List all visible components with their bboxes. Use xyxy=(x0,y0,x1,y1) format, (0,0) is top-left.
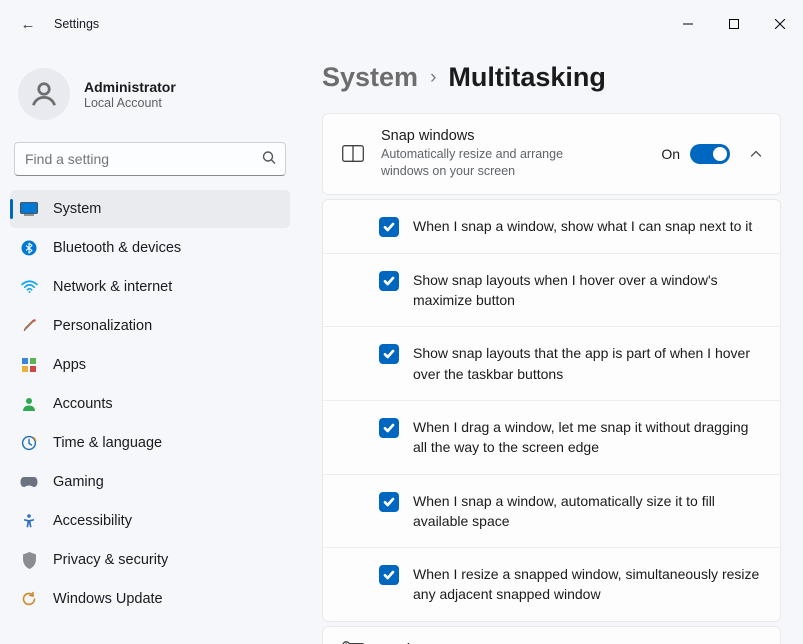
toggle-state-label: On xyxy=(661,146,680,162)
nav-label: Personalization xyxy=(53,318,152,334)
account-name: Administrator xyxy=(84,79,176,95)
snap-toggle[interactable] xyxy=(690,144,730,164)
main-content: System › Multitasking Snap windows Autom… xyxy=(300,48,803,644)
nav-label: Accounts xyxy=(53,396,113,412)
nav-item-gaming[interactable]: Gaming xyxy=(10,463,290,501)
system-icon xyxy=(20,200,38,218)
clock-icon xyxy=(20,434,38,452)
brush-icon xyxy=(20,317,38,335)
back-arrow-icon: ← xyxy=(21,16,36,33)
nav-label: Gaming xyxy=(53,474,104,490)
close-icon xyxy=(775,19,785,29)
nav-list: System Bluetooth & devices Network & int… xyxy=(10,190,290,618)
search-input[interactable] xyxy=(14,142,286,176)
option-label: Show snap layouts when I hover over a wi… xyxy=(413,270,762,311)
option-label: When I resize a snapped window, simultan… xyxy=(413,564,762,605)
window-title: Settings xyxy=(54,17,99,31)
avatar xyxy=(18,68,70,120)
nav-label: Accessibility xyxy=(53,513,132,529)
nav-label: Windows Update xyxy=(53,591,163,607)
checkbox[interactable] xyxy=(379,565,399,585)
chevron-right-icon: › xyxy=(430,67,436,89)
nav-label: Time & language xyxy=(53,435,162,451)
snap-option-row: When I resize a snapped window, simultan… xyxy=(323,547,780,621)
back-button[interactable]: ← xyxy=(14,10,42,38)
search-icon xyxy=(262,151,276,168)
snap-option-row: Show snap layouts that the app is part o… xyxy=(323,326,780,400)
desktops-card[interactable]: Desktops xyxy=(322,626,781,644)
nav-item-bluetooth[interactable]: Bluetooth & devices xyxy=(10,229,290,267)
account-block[interactable]: Administrator Local Account xyxy=(10,62,290,138)
checkbox[interactable] xyxy=(379,492,399,512)
title-bar: ← Settings xyxy=(0,0,803,48)
checkbox[interactable] xyxy=(379,344,399,364)
wifi-icon xyxy=(20,278,38,296)
option-label: When I drag a window, let me snap it wit… xyxy=(413,417,762,458)
close-button[interactable] xyxy=(757,8,803,40)
nav-label: Apps xyxy=(53,357,86,373)
snap-option-row: When I snap a window, show what I can sn… xyxy=(323,200,780,253)
snap-windows-card[interactable]: Snap windows Automatically resize and ar… xyxy=(322,113,781,195)
bluetooth-icon xyxy=(20,239,38,257)
snap-option-row: When I snap a window, automatically size… xyxy=(323,474,780,548)
maximize-button[interactable] xyxy=(711,8,757,40)
snap-subtitle: Automatically resize and arrange windows… xyxy=(381,146,601,180)
checkbox[interactable] xyxy=(379,418,399,438)
expand-chevron-up-icon[interactable] xyxy=(746,150,766,158)
nav-label: Bluetooth & devices xyxy=(53,240,181,256)
nav-item-accessibility[interactable]: Accessibility xyxy=(10,502,290,540)
snap-option-row: When I drag a window, let me snap it wit… xyxy=(323,400,780,474)
search-box[interactable] xyxy=(14,142,286,176)
nav-item-time[interactable]: Time & language xyxy=(10,424,290,462)
option-label: Show snap layouts that the app is part o… xyxy=(413,343,762,384)
minimize-icon xyxy=(683,19,693,29)
gamepad-icon xyxy=(20,473,38,491)
option-label: When I snap a window, automatically size… xyxy=(413,491,762,532)
nav-item-network[interactable]: Network & internet xyxy=(10,268,290,306)
snap-options-list: When I snap a window, show what I can sn… xyxy=(322,199,781,622)
nav-item-personalization[interactable]: Personalization xyxy=(10,307,290,345)
nav-item-system[interactable]: System xyxy=(10,190,290,228)
checkbox[interactable] xyxy=(379,217,399,237)
sidebar: Administrator Local Account System Bluet… xyxy=(0,48,300,644)
nav-label: Network & internet xyxy=(53,279,172,295)
account-subtitle: Local Account xyxy=(84,96,176,110)
apps-icon xyxy=(20,356,38,374)
option-label: When I snap a window, show what I can sn… xyxy=(413,216,752,236)
snap-icon xyxy=(341,145,365,162)
accessibility-icon xyxy=(20,512,38,530)
breadcrumb-parent[interactable]: System xyxy=(322,62,418,93)
shield-icon xyxy=(20,551,38,569)
snap-option-row: Show snap layouts when I hover over a wi… xyxy=(323,253,780,327)
nav-item-privacy[interactable]: Privacy & security xyxy=(10,541,290,579)
nav-label: System xyxy=(53,201,101,217)
update-icon xyxy=(20,590,38,608)
breadcrumb: System › Multitasking xyxy=(322,62,781,93)
nav-label: Privacy & security xyxy=(53,552,168,568)
person-icon xyxy=(20,395,38,413)
checkbox[interactable] xyxy=(379,271,399,291)
page-title: Multitasking xyxy=(448,62,606,93)
nav-item-accounts[interactable]: Accounts xyxy=(10,385,290,423)
nav-item-apps[interactable]: Apps xyxy=(10,346,290,384)
user-icon xyxy=(29,79,59,109)
minimize-button[interactable] xyxy=(665,8,711,40)
nav-item-windows-update[interactable]: Windows Update xyxy=(10,580,290,618)
snap-title: Snap windows xyxy=(381,128,645,144)
maximize-icon xyxy=(729,19,739,29)
